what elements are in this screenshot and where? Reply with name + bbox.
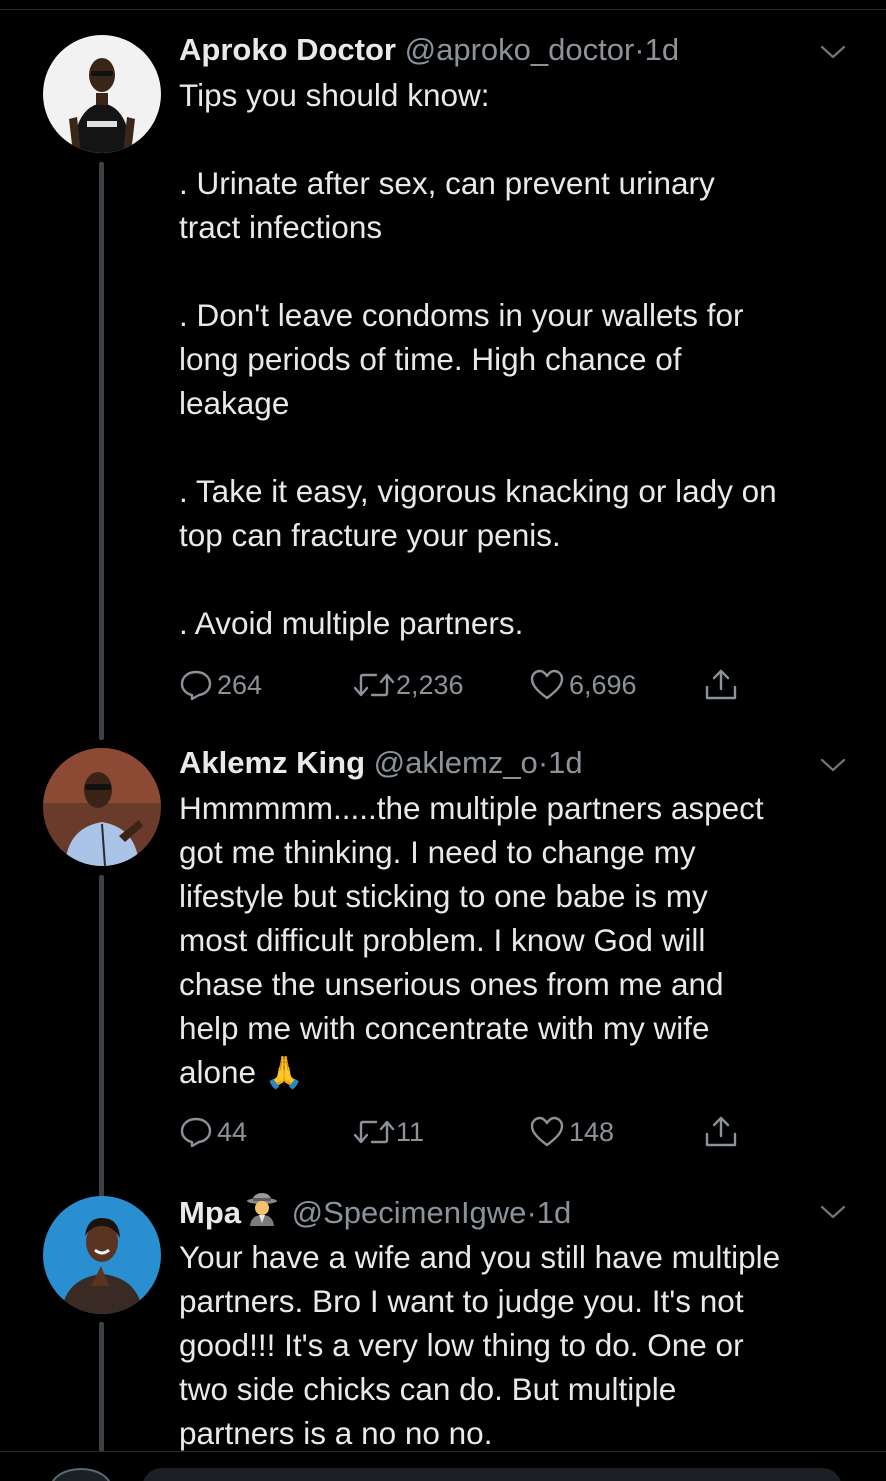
share-button[interactable] [703, 665, 739, 705]
handle[interactable]: @SpecimenIgwe [292, 1195, 527, 1230]
share-icon [705, 1116, 737, 1147]
timestamp[interactable]: 1d [537, 1195, 571, 1230]
chevron-down-icon[interactable] [819, 42, 847, 62]
retweet-button[interactable]: 2,236 [352, 665, 464, 705]
handle[interactable]: @aproko_doctor [405, 32, 635, 67]
display-name[interactable]: Aklemz King [179, 745, 365, 780]
detective-emoji [247, 1193, 277, 1226]
tweet-text: Your have a wife and you still have mult… [179, 1239, 781, 1451]
retweet-icon [353, 673, 395, 697]
heart-icon [530, 1116, 564, 1147]
handle[interactable]: @aklemz_o [374, 745, 538, 780]
display-name[interactable]: Mpa [179, 1195, 241, 1230]
thread-line [99, 162, 104, 740]
chevron-down-icon[interactable] [819, 1202, 847, 1222]
retweet-count: 2,236 [396, 669, 464, 700]
tweet-mpa[interactable]: Mpa @SpecimenIgwe·1d Your have a wife an… [0, 1190, 886, 1452]
display-name[interactable]: Aproko Doctor [179, 32, 396, 67]
tweet-aklemz-king[interactable]: Aklemz King @aklemz_o·1d Hmmmmm.....the … [0, 740, 886, 1200]
separator-dot: · [526, 1195, 537, 1230]
like-button[interactable]: 148 [529, 1112, 614, 1152]
tweet-header: Mpa @SpecimenIgwe·1d [179, 1192, 849, 1232]
reply-input[interactable] [142, 1468, 842, 1481]
reply-count: 44 [217, 1116, 248, 1147]
avatar[interactable] [43, 748, 161, 866]
separator-dot: · [634, 32, 645, 67]
twitter-thread-screen: Aproko Doctor @aproko_doctor·1d Tips you… [0, 0, 886, 1481]
like-button[interactable]: 6,696 [529, 665, 637, 705]
share-button[interactable] [703, 1112, 739, 1152]
tweet-header: Aproko Doctor @aproko_doctor·1d [179, 30, 849, 70]
separator-dot: · [537, 745, 549, 780]
heart-icon [530, 669, 564, 700]
reply-button[interactable]: 44 [179, 1112, 247, 1152]
like-count: 148 [569, 1116, 615, 1147]
share-icon [705, 669, 737, 700]
retweet-button[interactable]: 11 [352, 1112, 424, 1152]
thread-line [99, 875, 104, 1200]
reply-icon [180, 1117, 212, 1148]
retweet-icon [353, 1120, 395, 1144]
retweet-count: 11 [396, 1116, 425, 1147]
reply-count: 264 [217, 669, 263, 700]
tweet-aproko-doctor[interactable]: Aproko Doctor @aproko_doctor·1d Tips you… [0, 0, 886, 740]
like-count: 6,696 [569, 669, 637, 700]
avatar[interactable] [43, 1196, 161, 1314]
avatar[interactable] [43, 35, 161, 153]
timestamp[interactable]: 1d [548, 745, 582, 780]
thread-line [99, 1322, 104, 1452]
reply-icon [180, 670, 212, 701]
chevron-down-icon[interactable] [819, 755, 847, 775]
timestamp[interactable]: 1d [645, 32, 679, 67]
reply-button[interactable]: 264 [179, 665, 262, 705]
tweet-text: Tips you should know: . Urinate after se… [179, 77, 777, 641]
tweet-text: Hmmmmm.....the multiple partners aspect … [179, 790, 764, 1090]
tweet-header: Aklemz King @aklemz_o·1d [179, 743, 849, 783]
